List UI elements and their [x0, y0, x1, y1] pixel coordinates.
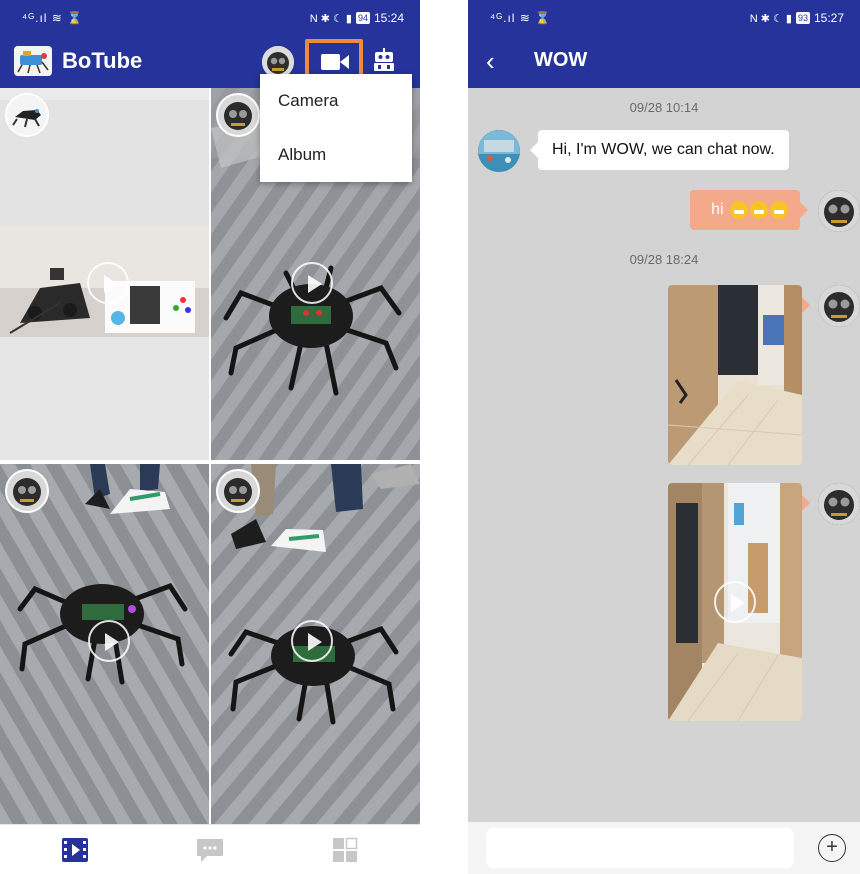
uploader-avatar[interactable] [5, 93, 49, 137]
video-tile[interactable] [211, 464, 420, 824]
battery-level: 93 [795, 12, 810, 24]
app-title: BoTube [62, 48, 143, 73]
chat-icon [197, 839, 223, 862]
video-feed-icon [62, 838, 88, 862]
message-composer: + [468, 822, 860, 874]
outgoing-message-text: hi [711, 201, 724, 218]
signal-wifi-icons: ⁴ᴳ.ıl ≋ ⌛ [490, 11, 552, 25]
uploader-avatar[interactable] [216, 93, 260, 137]
message-timestamp: 09/28 10:14 [629, 100, 699, 115]
robot-button[interactable] [372, 48, 396, 77]
menu-item-album[interactable]: Album [260, 128, 412, 182]
play-icon[interactable] [291, 620, 333, 662]
botube-logo-icon [14, 46, 52, 76]
status-bar: ⁴ᴳ.ıl ≋ ⌛ N ✱ ☾ ▮ 93 15:27 [468, 0, 860, 36]
my-avatar[interactable] [818, 483, 860, 525]
menu-item-camera[interactable]: Camera [260, 74, 412, 128]
grimace-emoji-icon [730, 200, 748, 219]
botube-feed-screen: ⁴ᴳ.ıl ≋ ⌛ N ✱ ☾ ▮ 94 15:24 BoTube Camera… [0, 0, 420, 874]
video-camera-icon [321, 54, 349, 70]
nav-apps[interactable] [330, 837, 360, 863]
apps-grid-icon [333, 837, 358, 862]
grimace-emoji-icon [770, 200, 788, 219]
nav-video-feed[interactable] [60, 837, 90, 863]
play-icon[interactable] [714, 581, 756, 623]
chat-app-bar: ‹ WOW [468, 36, 860, 88]
grimace-emoji-icon [750, 200, 768, 219]
image-message[interactable] [668, 285, 802, 465]
nfc-bluetooth-icons: N ✱ ☾ ▮ [749, 12, 792, 25]
video-grid [0, 88, 420, 824]
nav-chat[interactable] [195, 837, 225, 863]
nfc-bluetooth-icons: N ✱ ☾ ▮ [309, 12, 352, 25]
bottom-nav [0, 824, 420, 874]
chat-title: WOW [534, 49, 588, 71]
video-message[interactable] [668, 483, 802, 721]
signal-wifi-icons: ⁴ᴳ.ıl ≋ ⌛ [22, 11, 84, 25]
message-input[interactable] [486, 828, 794, 868]
video-tile[interactable] [0, 464, 209, 824]
play-icon[interactable] [87, 262, 129, 304]
chat-screen: ⁴ᴳ.ıl ≋ ⌛ N ✱ ☾ ▮ 93 15:27 ‹ WOW 09/28 1… [468, 0, 860, 874]
play-icon[interactable] [291, 262, 333, 304]
image-thumbnail [668, 285, 802, 465]
back-chevron-icon[interactable]: ‹ [486, 46, 495, 77]
incoming-message[interactable]: Hi, I'm WOW, we can chat now. [530, 130, 789, 170]
camera-menu: Camera Album [260, 74, 412, 182]
status-time: 15:24 [373, 11, 404, 25]
message-timestamp: 09/28 18:24 [629, 252, 699, 267]
plus-circle-icon[interactable]: + [818, 834, 846, 862]
uploader-avatar[interactable] [216, 469, 260, 513]
my-avatar[interactable] [818, 190, 860, 232]
robot-icon [374, 48, 394, 71]
battery-level: 94 [355, 12, 370, 24]
video-tile[interactable] [0, 88, 209, 460]
contact-avatar[interactable] [478, 130, 520, 172]
status-bar: ⁴ᴳ.ıl ≋ ⌛ N ✱ ☾ ▮ 94 15:24 [0, 0, 420, 36]
uploader-avatar[interactable] [5, 469, 49, 513]
play-icon[interactable] [88, 620, 130, 662]
outgoing-message[interactable]: hi [690, 190, 808, 230]
my-avatar[interactable] [818, 285, 860, 327]
status-time: 15:27 [813, 11, 844, 25]
